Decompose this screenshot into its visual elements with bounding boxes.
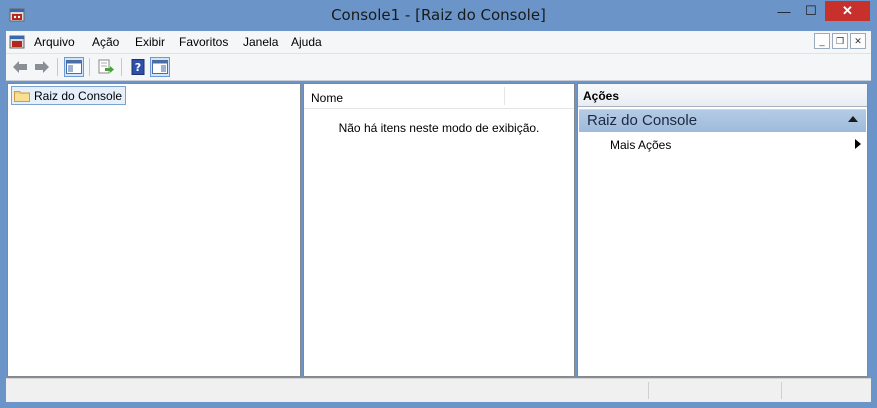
mdi-restore-button[interactable]: ❐: [832, 33, 848, 49]
menu-exibir[interactable]: Exibir: [135, 35, 165, 49]
mdi-close-button[interactable]: ✕: [850, 33, 866, 49]
back-button[interactable]: [10, 57, 30, 77]
window-title: Console1 - [Raiz do Console]: [331, 6, 546, 24]
menu-janela[interactable]: Janela: [243, 35, 278, 49]
actions-section-title: Raiz do Console: [587, 112, 698, 129]
minimize-button[interactable]: —: [771, 1, 797, 21]
export-list-icon: [98, 59, 114, 74]
menu-favoritos[interactable]: Favoritos: [179, 35, 228, 49]
submenu-arrow-icon[interactable]: [855, 139, 861, 149]
back-icon: [13, 61, 27, 73]
export-list-button[interactable]: [96, 57, 116, 77]
console-menu-icon[interactable]: [9, 34, 25, 50]
toolbar-separator: [121, 58, 122, 76]
actions-header-label: Ações: [583, 89, 620, 103]
result-pane[interactable]: Nome Não há itens neste modo de exibição…: [303, 83, 575, 377]
menu-acao[interactable]: Ação: [92, 35, 119, 49]
menu-arquivo[interactable]: Arquivo: [34, 35, 75, 49]
help-button[interactable]: ?: [128, 57, 148, 77]
actions-header: Ações: [578, 84, 867, 107]
actions-pane: Ações Raiz do Console Mais Ações: [577, 83, 868, 377]
status-bar: [6, 378, 871, 402]
close-button[interactable]: ✕: [825, 1, 870, 21]
show-hide-action-pane-icon: [152, 60, 168, 74]
mdi-minimize-button[interactable]: _: [814, 33, 830, 49]
column-divider[interactable]: [504, 87, 505, 105]
forward-icon: [35, 61, 49, 73]
help-icon: ?: [131, 59, 145, 75]
status-separator: [781, 382, 782, 399]
title-bar[interactable]: Console1 - [Raiz do Console] — ☐ ✕: [0, 0, 877, 30]
empty-view-message: Não há itens neste modo de exibição.: [338, 121, 540, 135]
toolbar-separator: [57, 58, 58, 76]
tree-item-raiz-do-console[interactable]: Raiz do Console: [11, 86, 127, 105]
column-header-nome[interactable]: Nome: [304, 84, 574, 109]
show-hide-action-pane-button[interactable]: [150, 57, 170, 77]
console-tree-pane[interactable]: Raiz do Console: [7, 83, 301, 377]
svg-text:?: ?: [135, 61, 141, 74]
actions-section-raiz-do-console[interactable]: Raiz do Console: [579, 109, 866, 132]
show-hide-tree-button[interactable]: [64, 57, 84, 77]
column-header-label: Nome: [311, 91, 344, 105]
collapse-up-icon[interactable]: [848, 116, 858, 122]
tree-item-label: Raiz do Console: [34, 88, 123, 103]
toolbar: ?: [6, 54, 871, 81]
maximize-button[interactable]: ☐: [798, 1, 824, 21]
menu-bar: Arquivo Ação Exibir Favoritos Janela Aju…: [6, 31, 871, 54]
toolbar-separator: [89, 58, 90, 76]
forward-button[interactable]: [32, 57, 52, 77]
action-mais-acoes[interactable]: Mais Ações: [610, 138, 671, 152]
status-separator: [648, 382, 649, 399]
folder-icon: [14, 90, 30, 102]
menu-ajuda[interactable]: Ajuda: [291, 35, 322, 49]
mmc-window: Console1 - [Raiz do Console] — ☐ ✕ Arqui…: [0, 0, 877, 408]
show-hide-tree-icon: [66, 60, 82, 74]
